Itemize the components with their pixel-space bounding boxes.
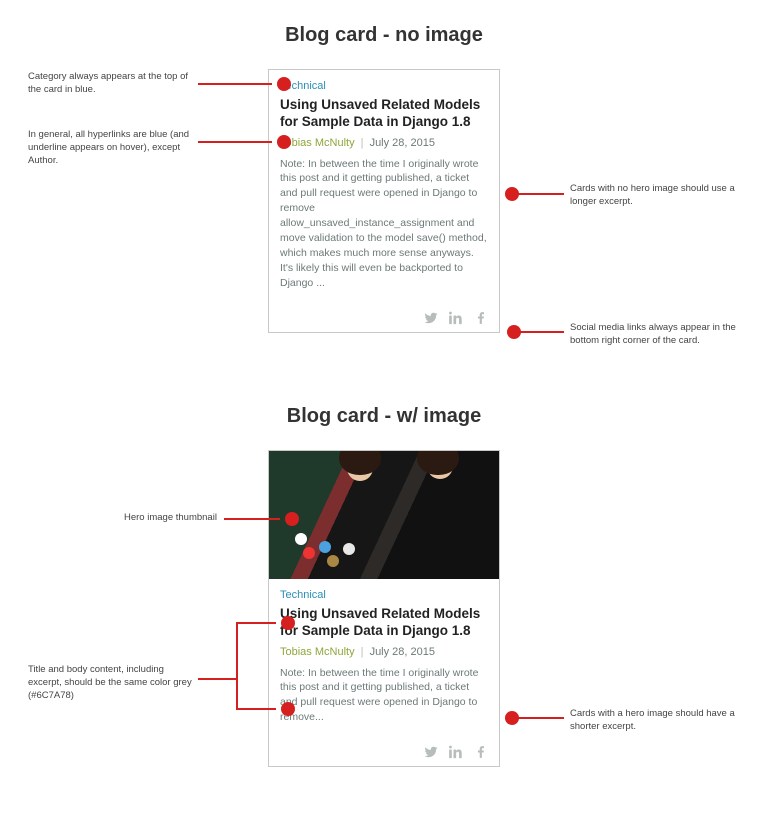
byline: Tobias McNulty | July 28, 2015 xyxy=(280,137,488,149)
category-link[interactable]: Technical xyxy=(280,589,488,601)
annotation-line xyxy=(514,331,564,333)
annotation-dot xyxy=(505,187,519,201)
annotation-line xyxy=(236,622,276,624)
annotation-shorter-excerpt: Cards with a hero image should have a sh… xyxy=(570,708,740,734)
annotation-line xyxy=(236,708,276,710)
annotation-dot xyxy=(507,325,521,339)
excerpt-short: Note: In between the time I originally w… xyxy=(280,666,488,726)
facebook-icon[interactable] xyxy=(473,745,489,759)
author-link[interactable]: Tobias McNulty xyxy=(280,646,355,658)
post-date: July 28, 2015 xyxy=(370,646,435,658)
heading-with-image: Blog card - w/ image xyxy=(12,405,756,428)
annotation-line xyxy=(512,193,564,195)
spec-with-image: Hero image thumbnail Title and body cont… xyxy=(12,450,756,770)
byline-separator: | xyxy=(361,646,364,658)
heading-no-image: Blog card - no image xyxy=(12,24,756,47)
annotation-social-corner: Social media links always appear in the … xyxy=(570,322,740,348)
byline: Tobias McNulty | July 28, 2015 xyxy=(280,646,488,658)
post-title[interactable]: Using Unsaved Related Models for Sample … xyxy=(280,96,488,131)
author-link[interactable]: Tobias McNulty xyxy=(280,137,355,149)
annotation-line xyxy=(236,622,238,710)
annotation-line xyxy=(224,518,280,520)
facebook-icon[interactable] xyxy=(473,311,489,325)
annotation-category-top: Category always appears at the top of th… xyxy=(28,71,198,97)
annotation-hyperlinks: In general, all hyperlinks are blue (and… xyxy=(28,129,198,167)
annotation-line xyxy=(512,717,564,719)
excerpt-long: Note: In between the time I originally w… xyxy=(280,157,488,291)
annotation-dot xyxy=(285,512,299,526)
annotation-dot xyxy=(281,616,295,630)
social-row xyxy=(269,745,499,766)
twitter-icon[interactable] xyxy=(423,745,439,759)
twitter-icon[interactable] xyxy=(423,311,439,325)
post-title[interactable]: Using Unsaved Related Models for Sample … xyxy=(280,605,488,640)
annotation-longer-excerpt: Cards with no hero image should use a lo… xyxy=(570,183,740,209)
blog-card-with-image: Technical Using Unsaved Related Models f… xyxy=(268,450,500,767)
post-date: July 28, 2015 xyxy=(370,137,435,149)
hero-image[interactable] xyxy=(269,451,499,579)
annotation-line xyxy=(198,141,272,143)
category-link[interactable]: Technical xyxy=(280,80,488,92)
annotation-dot xyxy=(277,77,291,91)
byline-separator: | xyxy=(361,137,364,149)
blog-card-no-image: Technical Using Unsaved Related Models f… xyxy=(268,69,500,333)
linkedin-icon[interactable] xyxy=(448,745,464,759)
annotation-line xyxy=(198,83,272,85)
annotation-dot xyxy=(277,135,291,149)
spec-no-image: Category always appears at the top of th… xyxy=(12,69,756,369)
card-body: Technical Using Unsaved Related Models f… xyxy=(269,70,499,311)
annotation-dot xyxy=(281,702,295,716)
annotation-grey-body: Title and body content, including excerp… xyxy=(28,664,198,702)
linkedin-icon[interactable] xyxy=(448,311,464,325)
annotation-dot xyxy=(505,711,519,725)
card-body: Technical Using Unsaved Related Models f… xyxy=(269,579,499,745)
social-row xyxy=(269,311,499,332)
annotation-line xyxy=(198,678,236,680)
